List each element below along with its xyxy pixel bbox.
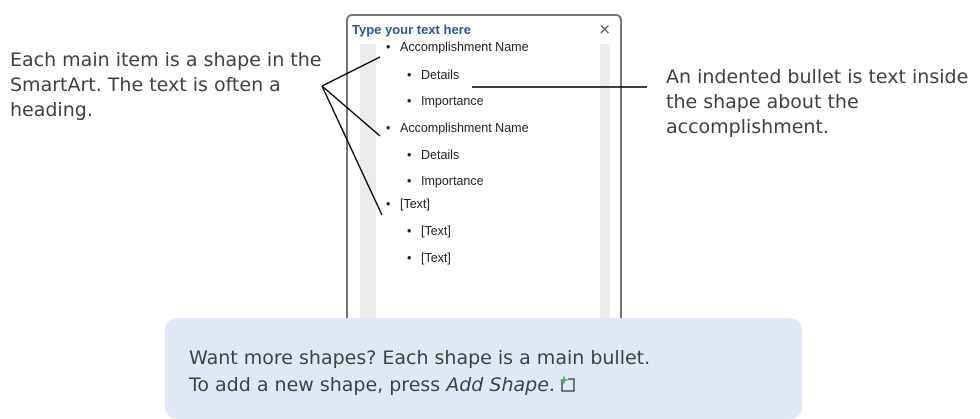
tip-line-1: Want more shapes? Each shape is a main b…: [189, 347, 651, 369]
add-shape-icon: [559, 374, 576, 392]
tip-line-2-suffix: .: [548, 374, 555, 396]
add-shape-label: Add Shape: [446, 374, 549, 396]
tip-text: Want more shapes? Each shape is a main b…: [189, 345, 650, 399]
connector-line-1: [321, 56, 381, 87]
tip-line-2: To add a new shape, press Add Shape.: [189, 372, 650, 399]
tip-box: Want more shapes? Each shape is a main b…: [165, 318, 802, 419]
connector-line-3: [321, 85, 383, 216]
connector-line-2: [321, 85, 381, 137]
tip-line-2-prefix: To add a new shape, press: [189, 374, 447, 396]
